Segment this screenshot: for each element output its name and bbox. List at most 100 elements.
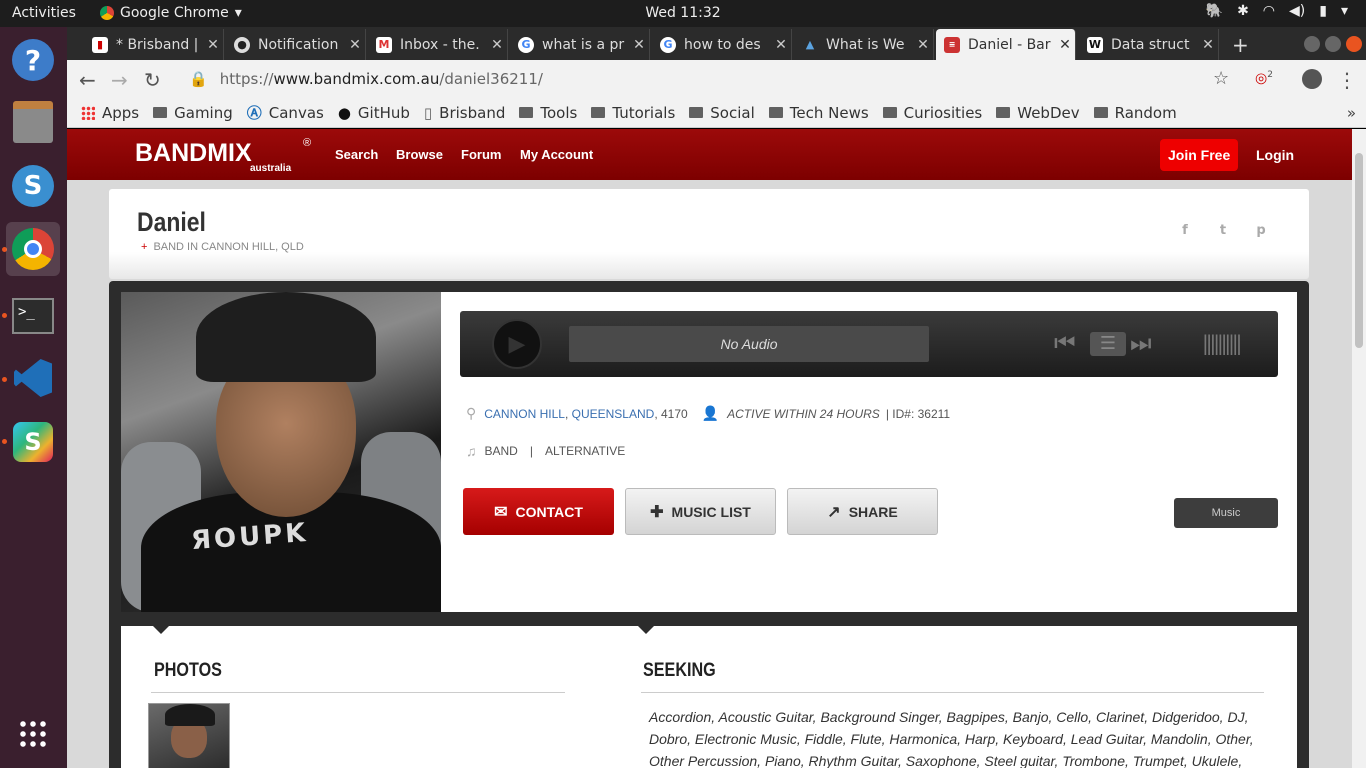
site-logo[interactable]: BANDMIX australia ® [135,137,311,174]
volume-bars-icon[interactable]: |||||||||| [1202,331,1242,355]
tab[interactable]: Gwhat is a pr ✕ [510,29,650,60]
slack-launcher[interactable]: S [6,415,60,469]
close-icon[interactable]: ✕ [487,37,507,53]
folder-icon [768,107,783,118]
page-scrollbar[interactable] [1352,129,1366,768]
map-pin-icon: ⚲ [466,405,477,421]
star-icon[interactable]: ☆ [1213,68,1229,89]
pinterest-icon[interactable]: p [1253,223,1269,239]
close-icon[interactable]: ✕ [913,37,933,53]
bookmark-brisband[interactable]: ▯ Brisband [424,104,505,122]
chrome-launcher[interactable] [6,222,60,276]
page-viewport: BANDMIX australia ® Search Browse Forum … [67,129,1352,768]
bookmark-apps[interactable]: Apps [81,104,139,122]
system-tray[interactable]: 🐘 ✱ ◠ ◀) ▮ ▾ [1206,3,1348,19]
share-button[interactable]: ↗ SHARE [787,488,938,535]
close-icon[interactable]: ✕ [771,37,791,53]
close-window-button[interactable] [1346,36,1362,52]
bookmark-tutorials[interactable]: Tutorials [591,104,675,122]
bookmarks-bar: Apps Gaming Ⓐ Canvas ● GitHub ▯ Brisband To… [67,98,1366,128]
back-arrow-icon[interactable]: ← [79,68,96,92]
profile-photo[interactable]: ЯOUPK [121,292,441,612]
suburb-link[interactable]: CANNON HILL [484,407,565,421]
app-menu[interactable]: Google Chrome ▾ [100,5,242,21]
plus-icon: ✚ [650,503,664,521]
user-icon: 👤 [701,405,720,421]
scrollbar-thumb[interactable] [1355,153,1363,348]
login-link[interactable]: Login [1256,147,1294,163]
facebook-icon[interactable]: f [1177,223,1193,239]
bookmark-canvas[interactable]: Ⓐ Canvas [247,102,324,123]
bookmark-random[interactable]: Random [1093,104,1177,122]
bookmark-curiosities[interactable]: Curiosities [882,104,982,122]
playlist-icon[interactable]: ☰ [1090,332,1126,356]
nav-forum[interactable]: Forum [461,147,501,162]
plus-icon[interactable]: + [141,241,147,253]
extension-icon[interactable]: ◎2 [1255,70,1273,87]
genre-row: ♫ BAND | ALTERNATIVE [466,443,625,459]
folder-icon [519,107,534,118]
nav-search[interactable]: Search [335,147,378,162]
tab[interactable]: M Inbox - the. ✕ [368,29,508,60]
close-icon[interactable]: ✕ [1198,37,1218,53]
tab[interactable]: ● Notification ✕ [226,29,366,60]
tab[interactable]: Ghow to des ✕ [652,29,792,60]
lock-icon[interactable]: 🔒 [189,70,208,88]
kebab-menu-icon[interactable]: ⋮ [1337,68,1357,92]
play-button[interactable]: ▶ [492,319,542,369]
twitter-icon[interactable]: t [1215,223,1231,239]
logo-subtitle: australia [250,163,292,174]
close-icon[interactable]: ✕ [203,37,223,53]
close-icon[interactable]: ✕ [1055,37,1075,53]
previous-icon[interactable]: ⏮ [1054,329,1076,357]
maximize-button[interactable] [1325,36,1341,52]
profile-genre: ALTERNATIVE [544,444,626,458]
button-label: CONTACT [515,503,583,520]
bookmark-social[interactable]: Social [689,104,755,122]
settings-icon[interactable]: ✱ [1237,3,1249,19]
avatar[interactable] [1302,69,1322,94]
postgres-icon[interactable]: 🐘 [1206,3,1223,19]
tab[interactable]: W Data struct ✕ [1079,29,1219,60]
app-menu-label: Google Chrome [120,5,229,21]
forward-arrow-icon[interactable]: → [111,68,128,92]
bookmark-label: Gaming [174,103,233,122]
profile-subtitle: + BAND IN CANNON HILL, QLD [141,241,304,253]
music-list-button[interactable]: ✚ MUSIC LIST [625,488,776,535]
minimize-button[interactable] [1304,36,1320,52]
tab-title: how to des [684,36,761,53]
tab-active[interactable]: ≡ Daniel - Bar ✕ [936,29,1076,60]
terminal-launcher[interactable]: >_ [6,289,60,343]
chevron-right-icon[interactable]: » [1347,104,1356,122]
file-cabinet-icon [13,101,53,143]
music-tab-button[interactable]: Music [1174,498,1278,528]
nav-browse[interactable]: Browse [396,147,443,162]
tab[interactable]: ▲ What is We ✕ [794,29,934,60]
close-icon[interactable]: ✕ [629,37,649,53]
join-free-button[interactable]: Join Free [1160,139,1239,171]
reload-icon[interactable]: ↻ [144,68,161,92]
simplenote-launcher[interactable]: S [6,159,60,213]
new-tab-button[interactable]: + [1232,33,1249,57]
activities-button[interactable]: Activities [12,5,76,21]
help-launcher[interactable]: ? [6,33,60,87]
next-icon[interactable]: ⏭ [1130,329,1152,357]
tab[interactable]: ▮ * Brisband | ✕ [84,29,224,60]
close-icon[interactable]: ✕ [345,37,365,53]
address-bar[interactable]: 🔒 https://www.bandmix.com.au/daniel36211… [177,64,1267,94]
chevron-down-icon: ▾ [234,5,242,21]
nav-my-account[interactable]: My Account [520,147,593,162]
photo-thumbnail[interactable] [148,703,230,768]
files-launcher[interactable] [6,95,60,149]
state-link[interactable]: QUEENSLAND [572,407,655,421]
show-apps-button[interactable] [6,707,60,761]
bookmark-tools[interactable]: Tools [519,104,577,122]
bookmark-tech-news[interactable]: Tech News [768,104,869,122]
vscode-launcher[interactable] [6,351,60,405]
contact-button[interactable]: ✉ CONTACT [463,488,614,535]
bookmark-github[interactable]: ● GitHub [338,104,410,122]
github-icon: ● [234,36,250,53]
bookmark-gaming[interactable]: Gaming [153,104,233,122]
bookmark-webdev[interactable]: WebDev [996,104,1080,122]
slack-icon: S [13,422,53,462]
